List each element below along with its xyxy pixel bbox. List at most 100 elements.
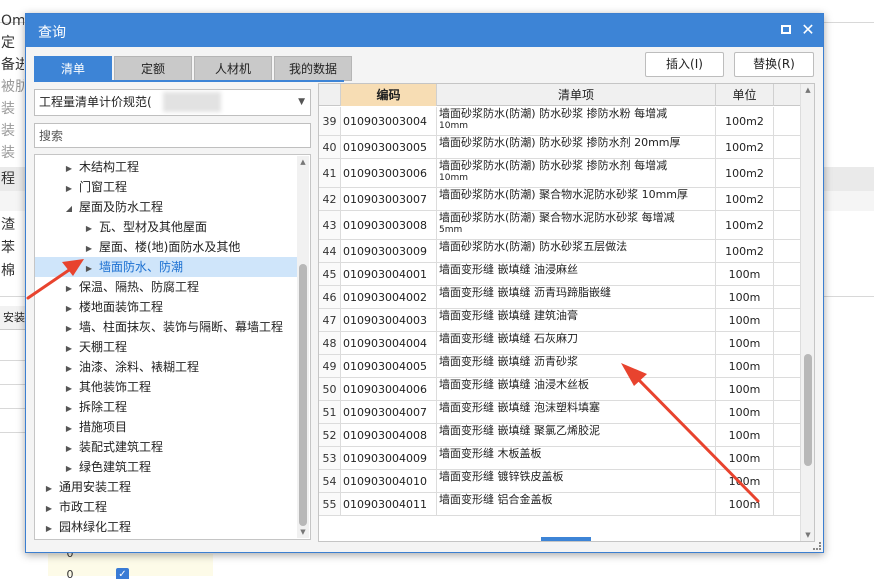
table-row[interactable]: 46 010903004002 墙面变形缝 嵌填缝 沥青玛蹄脂嵌缝 100m — [319, 286, 801, 309]
bg-checkbox[interactable]: ✓ — [116, 568, 129, 579]
tree-item[interactable]: ▶ 楼地面装饰工程 — [35, 297, 297, 317]
row-item: 墙面砂浆防水(防潮) 聚合物水泥防水砂浆 每增减 5mm — [437, 211, 716, 239]
row-item: 墙面变形缝 嵌填缝 油浸麻丝 — [437, 263, 716, 285]
collapsed-icon[interactable]: ▶ — [63, 319, 75, 339]
scroll-up-icon[interactable]: ▲ — [803, 86, 813, 94]
tree-item-label: 拆除工程 — [79, 400, 128, 414]
collapsed-icon[interactable]: ▶ — [63, 459, 75, 479]
header-item[interactable]: 清单项 — [437, 84, 716, 106]
tree-item[interactable]: ▶ 瓦、型材及其他屋面 — [35, 217, 297, 237]
bg-row-fragment: 程 — [1, 171, 15, 187]
table-row[interactable]: 51 010903004007 墙面变形缝 嵌填缝 泡沫塑料填塞 100m — [319, 401, 801, 424]
collapsed-icon[interactable]: ▶ — [63, 379, 75, 399]
bg-row-fragment: 备进 — [1, 57, 24, 73]
tree-scrollbar-thumb[interactable] — [299, 264, 307, 526]
category-tree: ▲ ▼ ▶ 木结构工程 ▶ 门窗工程 ◢ 屋面及防水工程 ▶ 瓦、型材及其他屋面 ▶ 屋面、楼(地… — [34, 154, 311, 540]
resize-grip-icon[interactable] — [813, 542, 821, 550]
table-row[interactable]: 39 010903003004 墙面砂浆防水(防潮) 防水砂浆 掺防水粉 每增减 10… — [319, 107, 801, 136]
tree-item[interactable]: ▶ 市政工程 — [35, 497, 297, 517]
table-row[interactable]: 48 010903004004 墙面变形缝 嵌填缝 石灰麻刀 100m — [319, 332, 801, 355]
collapsed-icon[interactable]: ▶ — [83, 219, 95, 239]
tree-item[interactable]: ▶ 油漆、涂料、裱糊工程 — [35, 357, 297, 377]
table-row[interactable]: 53 010903004009 墙面变形缝 木板盖板 100m — [319, 447, 801, 470]
collapsed-icon[interactable]: ▶ — [63, 339, 75, 359]
tree-item[interactable]: ▶ 通用安装工程 — [35, 477, 297, 497]
row-code: 010903004003 — [341, 309, 437, 331]
collapsed-icon[interactable]: ▶ — [43, 479, 55, 499]
row-number: 49 — [319, 355, 341, 377]
splitter-handle[interactable] — [541, 537, 591, 541]
row-item-text-cont: 5mm — [439, 225, 463, 235]
tree-item[interactable]: ◢ 屋面及防水工程 — [35, 197, 297, 217]
tree-item[interactable]: ▶ 门窗工程 — [35, 177, 297, 197]
collapsed-icon[interactable]: ▶ — [63, 419, 75, 439]
table-row[interactable]: 54 010903004010 墙面变形缝 镀锌铁皮盖板 100m — [319, 470, 801, 493]
table-row[interactable]: 45 010903004001 墙面变形缝 嵌填缝 油浸麻丝 100m — [319, 263, 801, 286]
tree-item[interactable]: ▶ 天棚工程 — [35, 337, 297, 357]
scroll-up-icon[interactable]: ▲ — [298, 158, 308, 166]
table-row[interactable]: 43 010903003008 墙面砂浆防水(防潮) 聚合物水泥防水砂浆 每增减 5m… — [319, 211, 801, 240]
tree-item[interactable]: ▶ 墙面防水、防潮 — [35, 257, 297, 277]
spec-select[interactable]: 工程量清单计价规范( ▼ — [34, 89, 311, 116]
close-icon[interactable]: ✕ — [799, 21, 817, 39]
header-unit[interactable]: 单位 — [716, 84, 774, 106]
tab-bill[interactable]: 清单 — [34, 56, 112, 81]
table-row[interactable]: 50 010903004006 墙面变形缝 嵌填缝 油浸木丝板 100m — [319, 378, 801, 401]
collapsed-icon[interactable]: ▶ — [63, 279, 75, 299]
tree-item[interactable]: ▶ 措施项目 — [35, 417, 297, 437]
tree-item[interactable]: ▶ 屋面、楼(地)面防水及其他 — [35, 237, 297, 257]
collapsed-icon[interactable]: ▶ — [63, 159, 75, 179]
row-number: 50 — [319, 378, 341, 400]
tree-item[interactable]: ▶ 保温、隔热、防腐工程 — [35, 277, 297, 297]
tree-scrollbar[interactable]: ▲ ▼ — [297, 156, 309, 538]
grid-scrollbar-thumb[interactable] — [804, 354, 812, 466]
collapsed-icon[interactable]: ▶ — [83, 239, 95, 259]
scroll-down-icon[interactable]: ▼ — [803, 531, 813, 539]
collapsed-icon[interactable]: ▶ — [83, 259, 95, 279]
table-row[interactable]: 49 010903004005 墙面变形缝 嵌填缝 沥青砂浆 100m — [319, 355, 801, 378]
header-code[interactable]: 编码 — [341, 84, 437, 106]
table-row[interactable]: 44 010903003009 墙面砂浆防水(防潮) 防水砂浆五层做法 100m2 — [319, 240, 801, 263]
tab-materials[interactable]: 人材机 — [194, 56, 272, 81]
table-row[interactable]: 41 010903003006 墙面砂浆防水(防潮) 防水砂浆 掺防水剂 每增减 10… — [319, 159, 801, 188]
collapsed-icon[interactable]: ▶ — [63, 399, 75, 419]
tab-quota[interactable]: 定额 — [114, 56, 192, 81]
row-item-text: 墙面砂浆防水(防潮) 聚合物水泥防水砂浆 10mm厚 — [439, 188, 689, 201]
table-row[interactable]: 55 010903004011 墙面变形缝 铝合金盖板 100m — [319, 493, 801, 516]
dialog-titlebar[interactable]: 查询 ✕ — [26, 14, 823, 47]
collapsed-icon[interactable]: ▶ — [63, 179, 75, 199]
row-code: 010903004007 — [341, 401, 437, 423]
row-number: 52 — [319, 424, 341, 446]
tree-item[interactable]: ▶ 拆除工程 — [35, 397, 297, 417]
tree-item[interactable]: ▶ 其他装饰工程 — [35, 377, 297, 397]
tree-item[interactable]: ▶ 装配式建筑工程 — [35, 437, 297, 457]
collapsed-icon[interactable]: ▶ — [63, 359, 75, 379]
table-row[interactable]: 52 010903004008 墙面变形缝 嵌填缝 聚氯乙烯胶泥 100m — [319, 424, 801, 447]
row-number: 44 — [319, 240, 341, 262]
row-unit: 100m — [716, 286, 774, 308]
collapsed-icon[interactable]: ▶ — [63, 439, 75, 459]
expanded-icon[interactable]: ◢ — [63, 199, 75, 219]
grid-scrollbar[interactable]: ▲ ▼ — [800, 84, 814, 541]
maximize-icon[interactable] — [777, 21, 795, 39]
tree-item[interactable]: ▶ 绿色建筑工程 — [35, 457, 297, 477]
tree-item[interactable]: ▶ 木结构工程 — [35, 157, 297, 177]
bg-row-fragment: 装 — [1, 101, 15, 117]
insert-button[interactable]: 插入(I) — [645, 52, 724, 77]
collapsed-icon[interactable]: ▶ — [63, 299, 75, 319]
collapsed-icon[interactable]: ▶ — [43, 499, 55, 519]
table-row[interactable]: 47 010903004003 墙面变形缝 嵌填缝 建筑油膏 100m — [319, 309, 801, 332]
search-input[interactable] — [34, 123, 311, 148]
collapsed-icon[interactable]: ▶ — [43, 519, 55, 539]
scroll-down-icon[interactable]: ▼ — [298, 528, 308, 536]
chevron-down-icon[interactable]: ▼ — [298, 90, 305, 115]
tree-item-label: 门窗工程 — [79, 180, 128, 194]
tree-item[interactable]: ▶ 墙、柱面抹灰、装饰与隔断、幕墙工程 — [35, 317, 297, 337]
row-number: 53 — [319, 447, 341, 469]
table-row[interactable]: 42 010903003007 墙面砂浆防水(防潮) 聚合物水泥防水砂浆 10mm厚… — [319, 188, 801, 211]
tab-my-data[interactable]: 我的数据 — [274, 56, 352, 81]
replace-button[interactable]: 替换(R) — [734, 52, 814, 77]
spec-select-value: 工程量清单计价规范( — [39, 95, 152, 109]
table-row[interactable]: 40 010903003005 墙面砂浆防水(防潮) 防水砂浆 掺防水剂 20mm厚… — [319, 136, 801, 159]
tree-item[interactable]: ▶ 园林绿化工程 — [35, 517, 297, 537]
